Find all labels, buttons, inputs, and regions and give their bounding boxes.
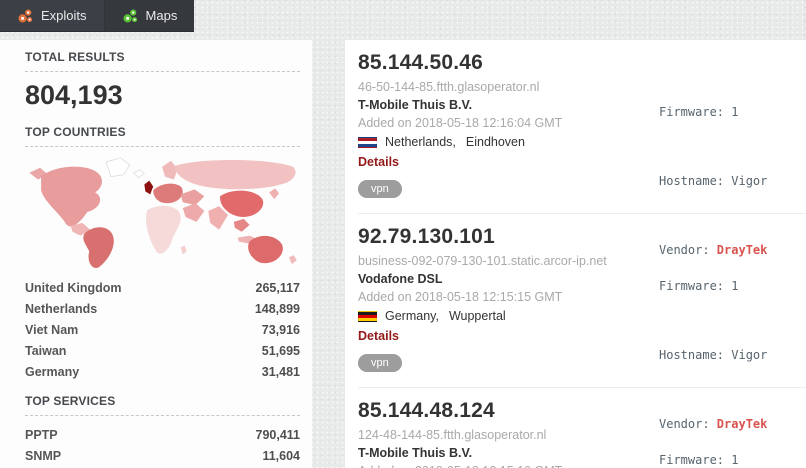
facets-sidebar: TOTAL RESULTS 804,193 TOP COUNTRIES	[0, 40, 312, 468]
firmware-value: 1	[731, 453, 738, 467]
total-results-value: 804,193	[25, 80, 300, 111]
hostname-value: Vigor	[731, 348, 767, 362]
country-name: Germany	[25, 365, 79, 379]
country-count: 51,695	[262, 344, 300, 358]
result-country: Germany,	[385, 307, 439, 325]
country-row-netherlands[interactable]: Netherlands 148,899	[25, 298, 300, 319]
hostname-label: Hostname:	[659, 174, 731, 188]
firmware-line: Firmware: 1	[659, 449, 767, 468]
hostname-line: Hostname: Vigor	[659, 344, 767, 367]
top-navigation-bar: Exploits Maps	[0, 0, 194, 32]
germany-flag-icon	[358, 311, 377, 322]
service-count: 11,604	[262, 449, 300, 463]
result-city: Wuppertal	[449, 307, 506, 325]
top-services-heading: TOP SERVICES	[25, 394, 300, 416]
hostname-line: Hostname: Vigor	[659, 170, 767, 193]
firmware-value: 1	[731, 279, 738, 293]
result-country: Netherlands,	[385, 133, 456, 151]
tab-maps[interactable]: Maps	[104, 0, 195, 31]
result-item: 85.144.48.124 124-48-144-85.ftth.glasope…	[358, 387, 806, 468]
country-name: United Kingdom	[25, 281, 122, 295]
country-name: Netherlands	[25, 302, 97, 316]
country-count: 148,899	[255, 302, 300, 316]
service-row-snmp[interactable]: SNMP 11,604	[25, 445, 300, 466]
service-name: SNMP	[25, 449, 61, 463]
country-row-viet-nam[interactable]: Viet Nam 73,916	[25, 319, 300, 340]
country-row-germany[interactable]: Germany 31,481	[25, 361, 300, 382]
service-count: 790,411	[256, 428, 301, 442]
country-row-taiwan[interactable]: Taiwan 51,695	[25, 340, 300, 361]
country-name: Viet Nam	[25, 323, 78, 337]
world-choropleth-map	[25, 155, 305, 273]
firmware-line: Firmware: 1	[659, 101, 767, 124]
firmware-value: 1	[731, 105, 738, 119]
search-results-panel: 85.144.50.46 46-50-144-85.ftth.glasopera…	[345, 40, 806, 468]
tab-maps-label: Maps	[146, 8, 178, 23]
top-countries-list: United Kingdom 265,117 Netherlands 148,8…	[25, 277, 300, 382]
result-item: 85.144.50.46 46-50-144-85.ftth.glasopera…	[358, 40, 806, 213]
top-countries-heading: TOP COUNTRIES	[25, 125, 300, 147]
maps-bubbles-icon	[122, 8, 138, 24]
country-count: 265,117	[256, 281, 301, 295]
hostname-label: Hostname:	[659, 348, 731, 362]
hostname-value: Vigor	[731, 174, 767, 188]
total-results-heading: TOTAL RESULTS	[25, 50, 300, 72]
tab-exploits-label: Exploits	[41, 8, 87, 23]
firmware-line: Firmware: 1	[659, 275, 767, 298]
country-count: 73,916	[262, 323, 300, 337]
details-link[interactable]: Details	[358, 155, 399, 169]
firmware-label: Firmware:	[659, 279, 731, 293]
firmware-label: Firmware:	[659, 105, 731, 119]
result-city: Eindhoven	[466, 133, 525, 151]
netherlands-flag-icon	[358, 137, 377, 148]
service-row-pptp[interactable]: PPTP 790,411	[25, 424, 300, 445]
country-count: 31,481	[262, 365, 300, 379]
details-link[interactable]: Details	[358, 329, 399, 343]
country-row-united-kingdom[interactable]: United Kingdom 265,117	[25, 277, 300, 298]
tag-vpn[interactable]: vpn	[358, 354, 402, 372]
result-item: 92.79.130.101 business-092-079-130-101.s…	[358, 213, 806, 387]
tag-vpn[interactable]: vpn	[358, 180, 402, 198]
country-name: Taiwan	[25, 344, 66, 358]
service-name: PPTP	[25, 428, 58, 442]
firmware-label: Firmware:	[659, 453, 731, 467]
tab-exploits[interactable]: Exploits	[0, 0, 104, 31]
result-banner-summary: Firmware: 1 Hostname: Vigor Vendor: Dray…	[659, 403, 767, 468]
top-services-list: PPTP 790,411 SNMP 11,604 FTP 1,233 Telne…	[25, 424, 300, 468]
exploits-bubbles-icon	[17, 8, 33, 24]
